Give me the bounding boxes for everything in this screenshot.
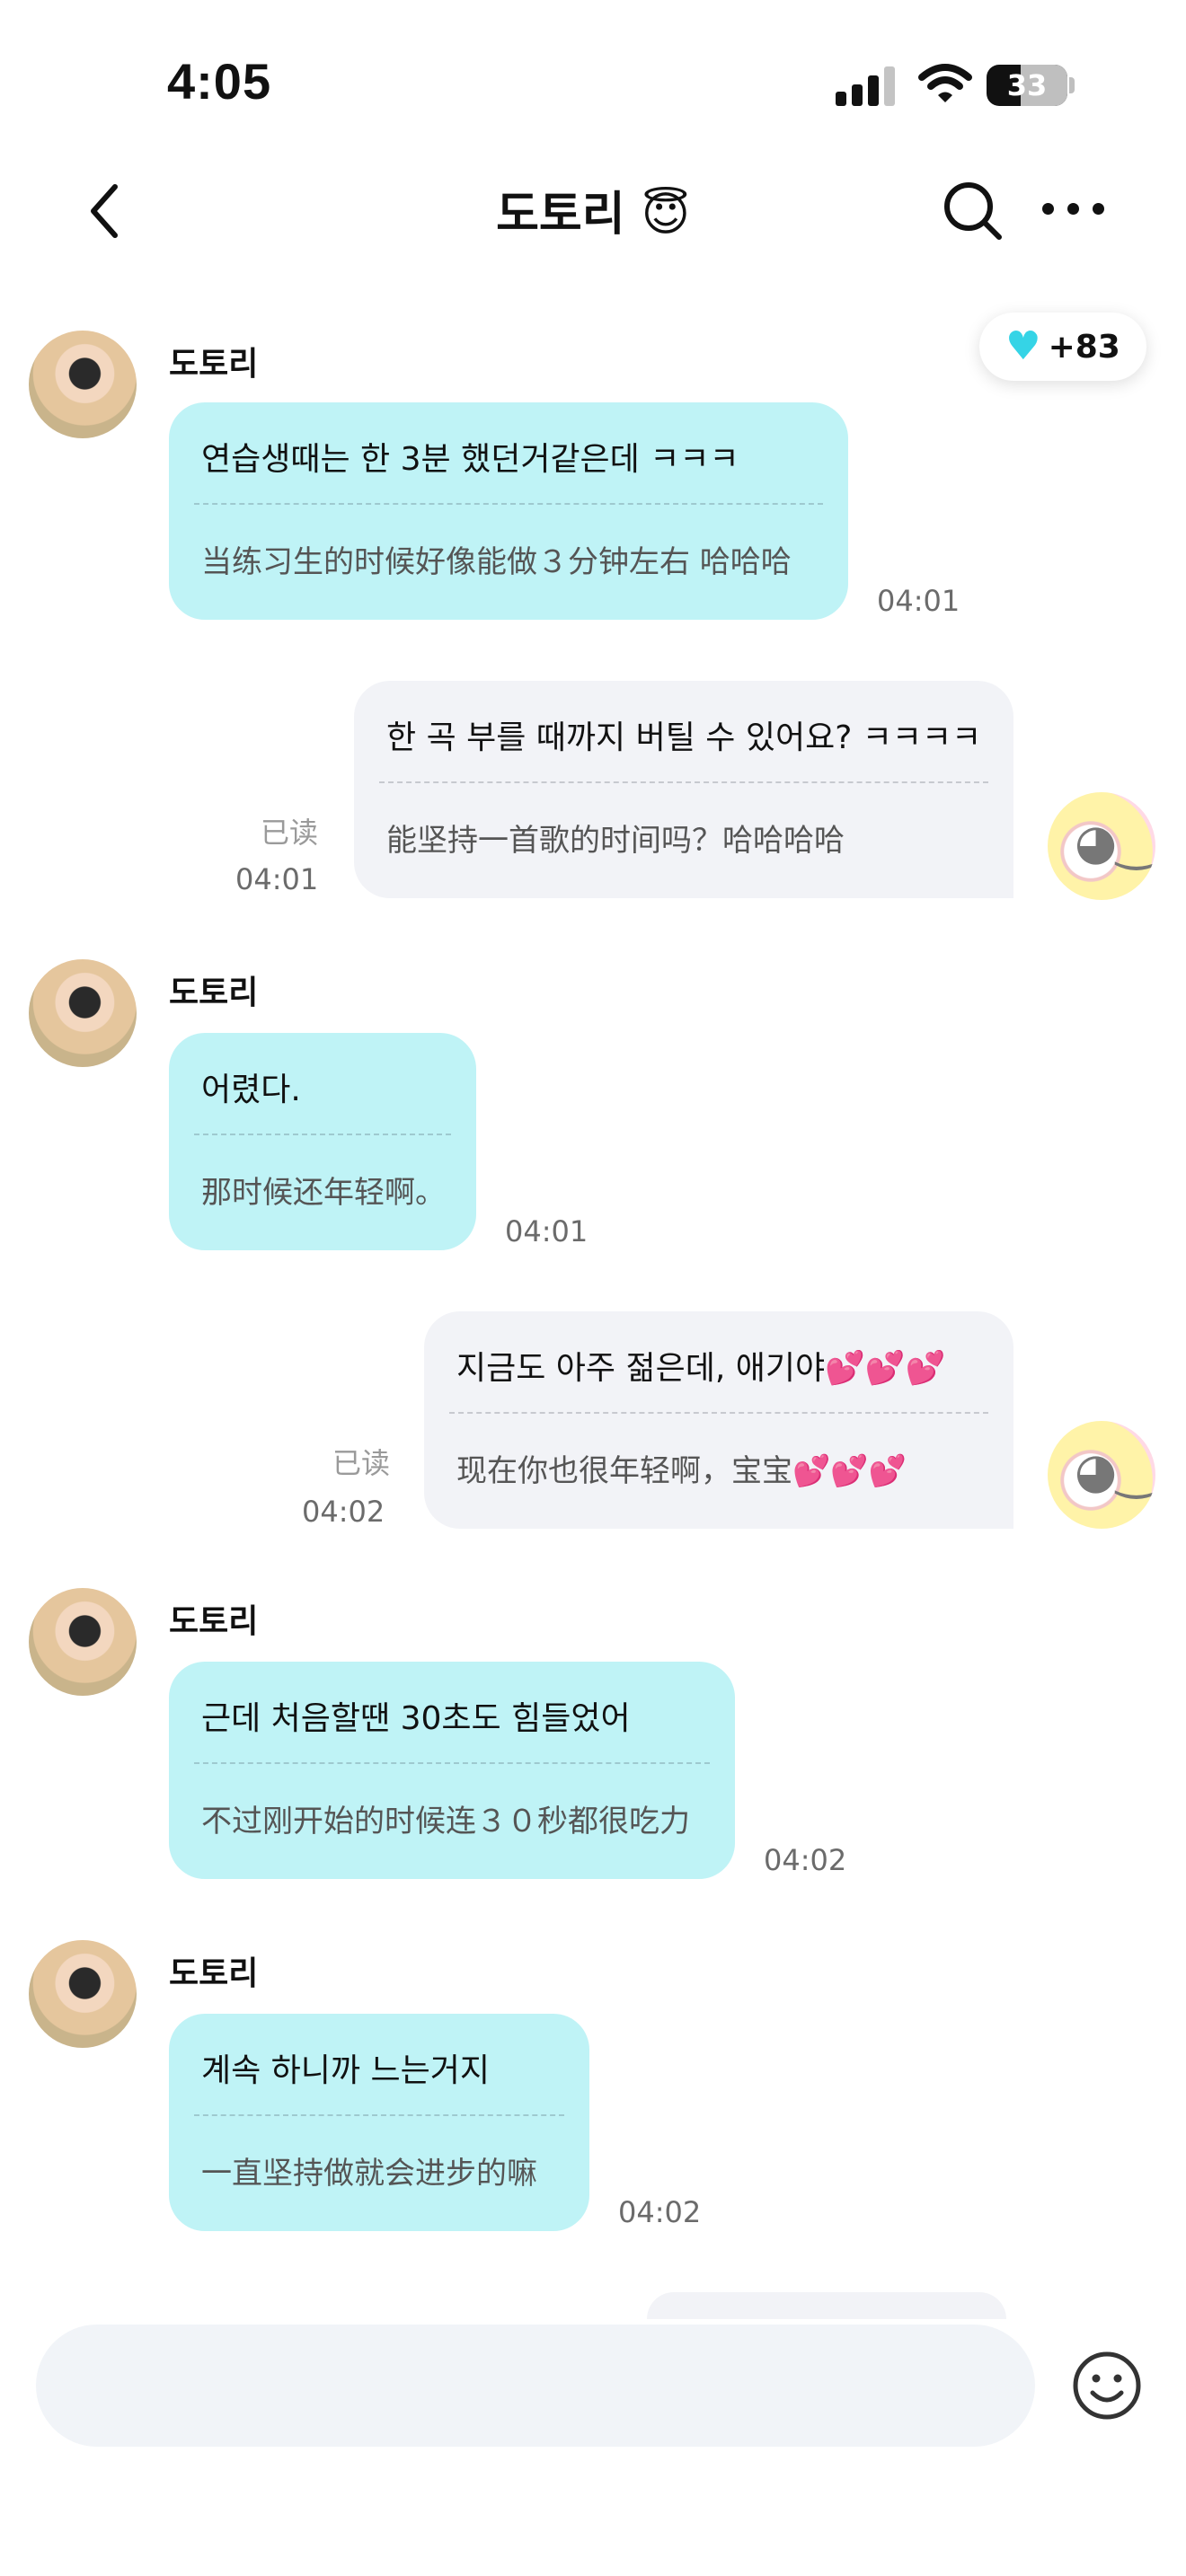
message-text: 어렸다. (201, 1072, 301, 1108)
heart-count: +83 (1048, 328, 1120, 366)
wifi-icon (918, 64, 972, 102)
message-time: 04:02 (618, 2195, 702, 2229)
next-message-bubble-partial (647, 2292, 1006, 2319)
message-translation: 一直坚持做就会进步的嘛 (201, 2156, 537, 2192)
message-input[interactable] (36, 2325, 1035, 2447)
message-text: 근데 처음할땐 30초도 힘들었어 (201, 1700, 631, 1737)
battery-tip (1069, 77, 1075, 93)
sender-name: 도토리 (169, 346, 259, 383)
message-translation: 能坚持一首歌的时间吗？哈哈哈哈 (386, 823, 845, 859)
sender-avatar[interactable] (29, 331, 137, 438)
chat-title: 도토리 😇 (496, 188, 690, 242)
message-time: 04:01 (235, 862, 319, 896)
message-text: 계속 하니까 느는거지 (201, 2052, 490, 2089)
message-bubble-incoming[interactable]: 어렸다. 那时候还年轻啊。 (169, 1033, 476, 1250)
sender-name: 도토리 (169, 975, 259, 1011)
battery-icon: 33 (987, 65, 1067, 106)
read-receipt: 已读 (261, 816, 319, 850)
message-bubble-incoming[interactable]: 근데 처음할땐 30초도 힘들었어 不过刚开始的时候连３０秒都很吃力 (169, 1662, 735, 1879)
sender-avatar[interactable] (29, 959, 137, 1067)
sender-name: 도토리 (169, 1603, 259, 1640)
search-icon[interactable] (940, 178, 1005, 243)
status-time: 4:05 (167, 53, 272, 110)
message-translation: 当练习生的时候好像能做３分钟左右 哈哈哈 (201, 544, 792, 580)
message-time: 04:02 (764, 1843, 847, 1877)
message-time: 04:01 (877, 584, 960, 618)
message-time: 04:01 (505, 1214, 589, 1248)
sender-name: 도토리 (169, 1955, 259, 1992)
message-bubble-outgoing[interactable]: 한 곡 부를 때까지 버틸 수 있어요? ㅋㅋㅋㅋ 能坚持一首歌的时间吗？哈哈哈… (354, 681, 1013, 898)
more-icon[interactable] (1042, 203, 1105, 221)
message-translation: 那时候还年轻啊。 (201, 1175, 446, 1211)
smiley-icon[interactable] (1071, 2350, 1143, 2422)
read-receipt: 已读 (332, 1446, 391, 1480)
message-bubble-outgoing[interactable]: 지금도 아주 젊은데, 애기야💕💕💕 现在你也很年轻啊，宝宝💕💕💕 (424, 1311, 1013, 1529)
rabbit-sticker-icon: ◕‿◕ (1075, 814, 1155, 870)
my-avatar[interactable]: ◕‿◕ (1048, 792, 1155, 900)
heart-icon: ♥ (1005, 323, 1041, 369)
message-time: 04:02 (302, 1495, 385, 1529)
message-translation: 不过刚开始的时候连３０秒都很吃力 (201, 1804, 690, 1839)
sender-avatar[interactable] (29, 1588, 137, 1696)
my-avatar[interactable]: ◕‿◕ (1048, 1421, 1155, 1529)
cellular-signal-icon (836, 65, 898, 106)
message-text: 연습생때는 한 3분 했던거같은데 ㅋㅋㅋ (201, 441, 739, 478)
sender-avatar[interactable] (29, 1940, 137, 2048)
heart-badge[interactable]: ♥ +83 (979, 313, 1146, 381)
message-bubble-incoming[interactable]: 연습생때는 한 3분 했던거같은데 ㅋㅋㅋ 当练习生的时候好像能做３分钟左右 哈… (169, 402, 848, 620)
message-text: 지금도 아주 젊은데, 애기야💕💕💕 (456, 1350, 946, 1387)
battery-level: 33 (1006, 68, 1048, 102)
rabbit-sticker-icon: ◕‿◕ (1075, 1442, 1155, 1499)
message-bubble-incoming[interactable]: 계속 하니까 느는거지 一直坚持做就会进步的嘛 (169, 2014, 589, 2231)
message-translation: 现在你也很年轻啊，宝宝💕💕💕 (456, 1453, 907, 1489)
message-text: 한 곡 부를 때까지 버틸 수 있어요? ㅋㅋㅋㅋ (386, 719, 982, 756)
